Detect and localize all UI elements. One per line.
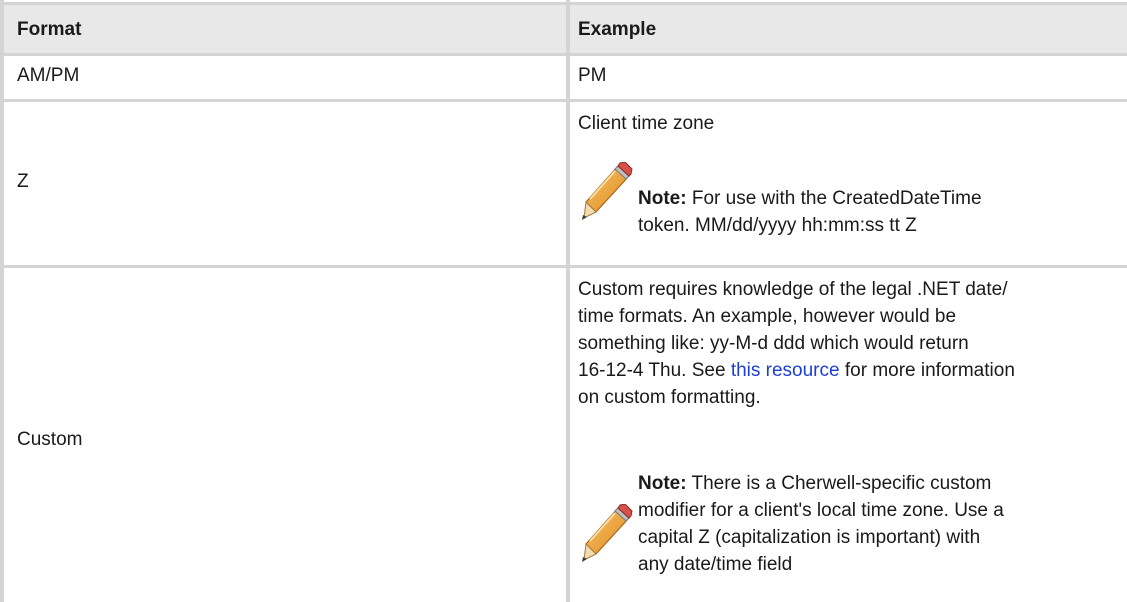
column-divider bbox=[566, 0, 570, 602]
example-line: time formats. An example, however would … bbox=[578, 306, 957, 327]
note-line: any date/time field bbox=[638, 554, 793, 575]
note-line: For use with the CreatedDateTime bbox=[691, 188, 982, 209]
example-line: 16-12-4 Thu. See bbox=[578, 360, 731, 381]
row3-format: Custom bbox=[17, 429, 83, 450]
header-format: Format bbox=[17, 19, 82, 40]
row2-example: Client time zone bbox=[578, 113, 715, 134]
row1-example: PM bbox=[578, 65, 607, 86]
format-table: Format Example AM/PM PM Z Client time zo… bbox=[0, 0, 1127, 602]
header-example: Example bbox=[578, 19, 657, 40]
pencil-icon bbox=[582, 162, 633, 220]
example-line: on custom formatting. bbox=[578, 387, 761, 408]
note-line: capital Z (capitalization is important) … bbox=[638, 527, 981, 548]
row2-note: Note: For use with the CreatedDateTime t… bbox=[638, 185, 982, 239]
row3-note: Note: There is a Cherwell-specific custo… bbox=[638, 470, 1004, 578]
example-line: for more information bbox=[839, 360, 1015, 381]
row1-format: AM/PM bbox=[17, 65, 80, 86]
note-label: Note: bbox=[638, 473, 687, 494]
row-divider bbox=[0, 99, 1127, 102]
table-header-row bbox=[0, 5, 1127, 53]
note-line: There is a Cherwell-specific custom bbox=[691, 473, 992, 494]
example-line: Custom requires knowledge of the legal .… bbox=[578, 279, 1008, 300]
row2-format: Z bbox=[17, 171, 29, 192]
table-top-border bbox=[0, 2, 1127, 5]
example-line: something like: yy-M-d ddd which would r… bbox=[578, 333, 969, 354]
row-divider bbox=[0, 265, 1127, 268]
pencil-icon bbox=[582, 504, 633, 562]
resource-link[interactable]: this resource bbox=[731, 360, 840, 381]
note-line: modifier for a client's local time zone.… bbox=[638, 500, 1004, 521]
table-left-border bbox=[0, 0, 4, 602]
row3-example: Custom requires knowledge of the legal .… bbox=[578, 276, 1015, 411]
note-label: Note: bbox=[638, 188, 687, 209]
note-line: token. MM/dd/yyyy hh:mm:ss tt Z bbox=[638, 215, 917, 236]
row-divider bbox=[0, 53, 1127, 56]
